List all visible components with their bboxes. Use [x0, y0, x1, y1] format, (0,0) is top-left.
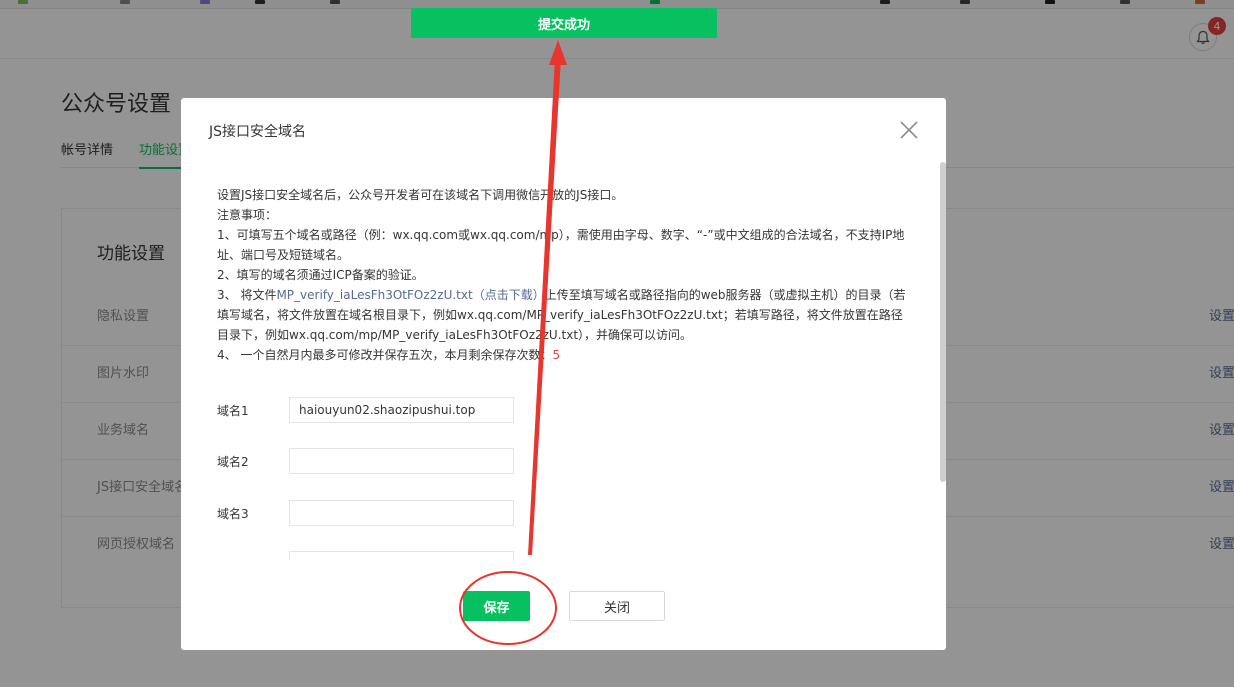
- close-button[interactable]: 关闭: [569, 591, 665, 621]
- domain-1-input[interactable]: [289, 397, 514, 423]
- remaining-save-count: 5: [552, 348, 561, 362]
- dialog-description: 设置JS接口安全域名后，公众号开发者可在该域名下调用微信开放的JS接口。 注意事…: [217, 185, 907, 365]
- domain-1-label: 域名1: [217, 404, 249, 418]
- notice-item-4: 4、 一个自然月内最多可修改并保存五次，本月剩余保存次数：5: [217, 345, 907, 365]
- success-toast: 提交成功: [411, 8, 717, 38]
- intro-text: 设置JS接口安全域名后，公众号开发者可在该域名下调用微信开放的JS接口。: [217, 188, 624, 202]
- domain-3-label: 域名3: [217, 507, 249, 521]
- domain-2-input[interactable]: [289, 448, 514, 474]
- dialog-scroll-area[interactable]: 设置JS接口安全域名后，公众号开发者可在该域名下调用微信开放的JS接口。 注意事…: [181, 162, 946, 560]
- notice-item-3-prefix: 3、 将文件: [217, 288, 277, 302]
- notice-item-3: 3、 将文件MP_verify_iaLesFh3OtFOz2zU.txt（点击下…: [217, 285, 907, 345]
- domain-4-input[interactable]: [289, 551, 514, 560]
- dialog-scrollbar[interactable]: [940, 162, 946, 482]
- notice-item-2: 2、填写的域名须通过ICP备案的验证。: [217, 268, 424, 282]
- save-button[interactable]: 保存: [463, 591, 530, 621]
- js-domain-dialog: JS接口安全域名 设置JS接口安全域名后，公众号开发者可在该域名下调用微信开放的…: [181, 98, 946, 650]
- close-icon[interactable]: [898, 119, 920, 141]
- verify-file-download-link[interactable]: MP_verify_iaLesFh3OtFOz2zU.txt（点击下载）: [276, 288, 544, 302]
- notice-item-1: 1、可填写五个域名或路径（例：wx.qq.com或wx.qq.com/mp），需…: [217, 228, 905, 262]
- notice-heading: 注意事项：: [217, 208, 278, 222]
- domain-3-input[interactable]: [289, 500, 514, 526]
- domain-2-label: 域名2: [217, 455, 249, 469]
- notice-item-4-prefix: 4、 一个自然月内最多可修改并保存五次，本月剩余保存次数：: [217, 348, 553, 362]
- dialog-title: JS接口安全域名: [209, 124, 307, 140]
